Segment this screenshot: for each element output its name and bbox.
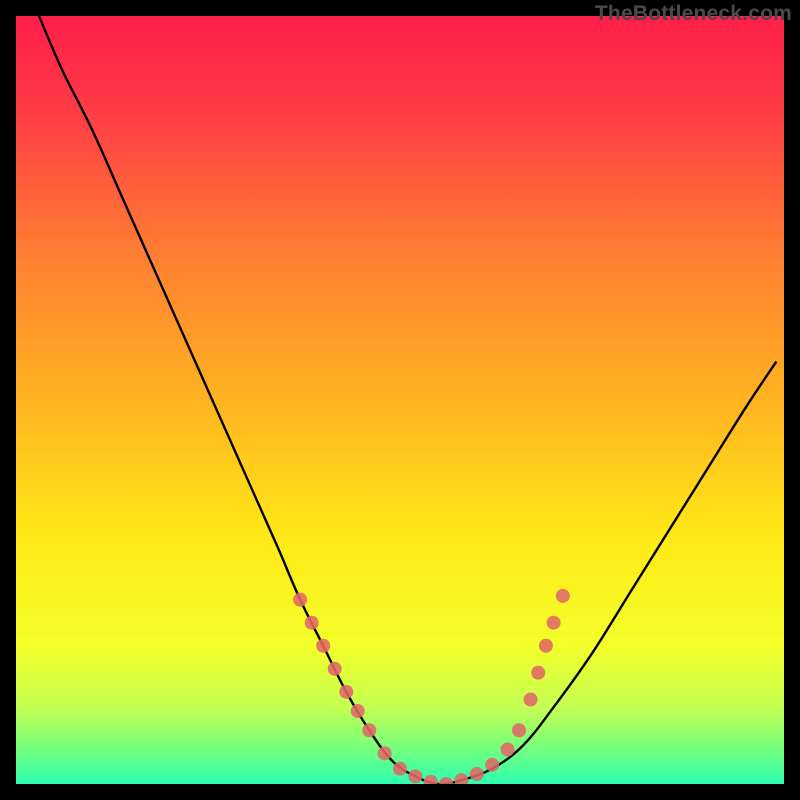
highlight-dot	[531, 666, 545, 680]
highlight-dot	[339, 685, 353, 699]
highlight-dot	[547, 616, 561, 630]
chart-frame	[16, 16, 784, 784]
highlight-dot	[393, 762, 407, 776]
highlight-dot	[470, 767, 484, 781]
highlight-dot	[293, 593, 307, 607]
highlight-dot	[378, 746, 392, 760]
highlight-dot	[524, 693, 538, 707]
highlight-dot	[408, 769, 422, 783]
highlight-dot	[485, 758, 499, 772]
highlight-dot	[362, 723, 376, 737]
gradient-background	[16, 16, 784, 784]
highlight-dot	[316, 639, 330, 653]
highlight-dot	[351, 704, 365, 718]
highlight-dot	[305, 616, 319, 630]
highlight-dot	[512, 723, 526, 737]
highlight-dot	[539, 639, 553, 653]
bottleneck-chart	[16, 16, 784, 784]
highlight-dot	[328, 662, 342, 676]
highlight-dot	[556, 589, 570, 603]
watermark-text: TheBottleneck.com	[595, 2, 792, 26]
highlight-dot	[501, 742, 515, 756]
